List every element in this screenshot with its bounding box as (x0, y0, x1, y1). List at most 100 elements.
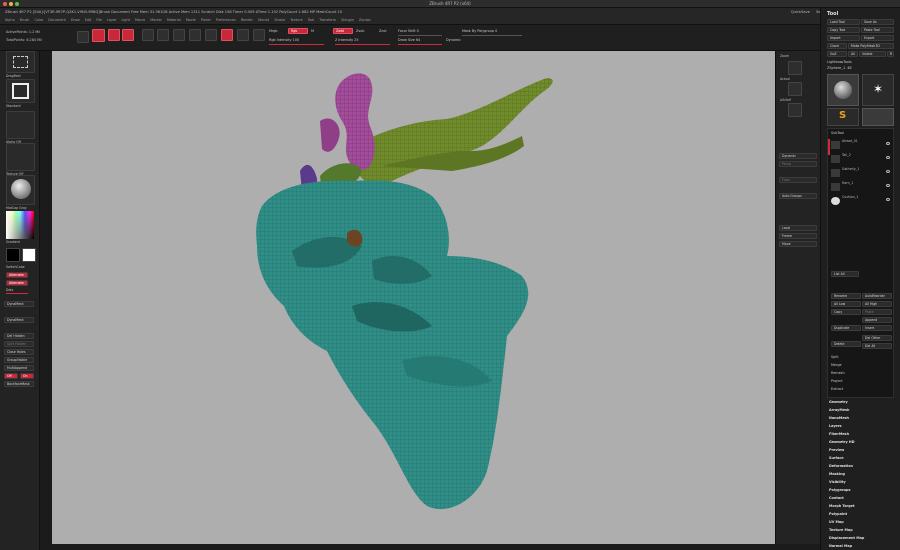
local-button[interactable]: Local (779, 225, 817, 231)
rotate-button[interactable] (157, 29, 169, 41)
off-button[interactable]: Off (4, 373, 18, 379)
simple-brush-thumb[interactable]: S (827, 108, 859, 126)
edit-mode-button[interactable] (92, 29, 105, 42)
main-color-swatch[interactable] (6, 248, 20, 262)
eye-icon[interactable] (886, 198, 890, 201)
remesh-button[interactable]: Remesh (831, 371, 845, 375)
alpha-thumb[interactable] (6, 111, 35, 139)
canvas[interactable] (52, 51, 775, 547)
material-thumb[interactable] (6, 175, 35, 205)
subpalette-geometry[interactable]: Geometry (827, 398, 894, 406)
on-button[interactable]: On (20, 373, 34, 379)
dynamesh-button[interactable]: DynaMesh (4, 301, 34, 307)
all-low-button[interactable]: All Low (831, 301, 861, 307)
lightbox-icon[interactable] (237, 29, 249, 41)
secondary-color-swatch[interactable] (22, 248, 36, 262)
menu-stencil[interactable]: Stencil (258, 18, 269, 22)
make-polymesh-button[interactable]: Make PolyMesh3D (848, 43, 894, 49)
move-button[interactable] (122, 29, 134, 41)
menu-brush[interactable]: Brush (20, 18, 30, 22)
menu-preferences[interactable]: Preferences (216, 18, 236, 22)
r-button[interactable]: R (887, 51, 894, 57)
merge-button[interactable]: Merge (831, 363, 842, 367)
subtool-row[interactable]: Horn_1 (831, 181, 892, 193)
frame-button[interactable]: Frame (779, 233, 817, 239)
menu-file[interactable]: File (96, 18, 102, 22)
menu-picker[interactable]: Picker (201, 18, 211, 22)
subpalette-displacement-map[interactable]: Displacement Map (827, 534, 894, 542)
menu-macro[interactable]: Macro (135, 18, 145, 22)
mask-polygroup-slider[interactable] (462, 35, 522, 36)
subpalette-masking[interactable]: Masking (827, 470, 894, 478)
focal-shift-slider[interactable] (398, 35, 442, 36)
lightbox-tools-label[interactable]: Lightbox▸Tools (827, 60, 852, 64)
subpalette-layers[interactable]: Layers (827, 422, 894, 430)
eye-icon[interactable] (886, 170, 890, 173)
menu-transform[interactable]: Transform (319, 18, 336, 22)
subpalette-visibility[interactable]: Visibility (827, 478, 894, 486)
z-intensity-slider[interactable] (335, 44, 390, 45)
draw-size[interactable]: Draw Size 64 (398, 38, 420, 42)
menu-movie[interactable]: Movie (186, 18, 196, 22)
rgb-intensity-slider[interactable] (269, 44, 324, 45)
subpalette-fibermesh[interactable]: FiberMesh (827, 430, 894, 438)
copy-tool-button[interactable]: Copy Tool (827, 27, 860, 33)
projection-master-icon[interactable] (77, 31, 89, 43)
subtool-row[interactable]: Cushion_1 (831, 195, 892, 207)
list-all-button[interactable]: List All (831, 271, 859, 277)
focal-shift[interactable]: Focal Shift 0 (398, 29, 419, 33)
subpalette-texture-map[interactable]: Texture Map (827, 526, 894, 534)
subpalette-normal-map[interactable]: Normal Map (827, 542, 894, 550)
color-picker[interactable] (6, 211, 34, 239)
menu-alpha[interactable]: Alpha (5, 18, 15, 22)
dynamesh2-button[interactable]: DynaMesh (4, 317, 34, 323)
auto-reorder-button[interactable]: AutoReorder (862, 293, 892, 299)
menu-light[interactable]: Light (121, 18, 129, 22)
multi-append-button[interactable]: MultiAppend (4, 365, 34, 371)
subpalette-deformation[interactable]: Deformation (827, 462, 894, 470)
save-as-button[interactable]: Save As (861, 19, 894, 25)
del-hidden-button[interactable]: Del Hidden (4, 333, 34, 339)
goz-button[interactable]: GoZ (827, 51, 847, 57)
mask-by-polygroup[interactable]: Mask By Polygroup 0 (462, 29, 497, 33)
insert-button[interactable]: Insert (862, 325, 892, 331)
all-button[interactable]: All (848, 51, 858, 57)
current-tool-name[interactable]: ZSphere_1. 48 (827, 66, 852, 70)
auto-groups-button[interactable]: Auto Groups (779, 193, 817, 199)
menu-zscript[interactable]: Zscript (359, 18, 371, 22)
all-high-button[interactable]: All High (862, 301, 892, 307)
eye-icon[interactable] (886, 156, 890, 159)
dynamic-button[interactable] (221, 29, 233, 41)
import-button[interactable]: Import (827, 35, 860, 41)
dots-slider[interactable] (6, 293, 28, 294)
subpalette-geometry-hd[interactable]: Geometry HD (827, 438, 894, 446)
brush-thumb[interactable] (6, 79, 35, 103)
switch-color-button[interactable]: SwitchColor (6, 265, 25, 269)
menu-texture[interactable]: Texture (290, 18, 302, 22)
menu-color[interactable]: Color (34, 18, 43, 22)
draw-button[interactable] (108, 29, 120, 41)
scroll-icon[interactable] (788, 61, 802, 75)
menu-render[interactable]: Render (241, 18, 253, 22)
subpalette-polygroups[interactable]: Polygroups (827, 486, 894, 494)
move-view-button[interactable]: Move (779, 241, 817, 247)
delete-button[interactable]: Delete (831, 341, 861, 347)
solo-button[interactable] (205, 29, 217, 41)
texture-thumb[interactable] (6, 143, 35, 171)
alternate2-button[interactable]: Alternate (6, 280, 28, 286)
scale-button[interactable] (142, 29, 154, 41)
rgb-intensity[interactable]: Rgb Intensity 100 (269, 38, 299, 42)
rename-button[interactable]: Rename (831, 293, 861, 299)
gizmo-button[interactable] (173, 29, 185, 41)
aahalf-icon[interactable] (788, 103, 802, 117)
del-other-button[interactable]: Del Other (862, 335, 892, 341)
paste-tool-button[interactable]: Paste Tool (861, 27, 894, 33)
subpalette-polypaint[interactable]: Polypaint (827, 510, 894, 518)
zoom-icon[interactable] (788, 82, 802, 96)
cushion-tool-thumb[interactable] (862, 108, 894, 126)
menu-layer[interactable]: Layer (107, 18, 116, 22)
subtool-row[interactable]: Ahead_01 (831, 139, 892, 151)
menu-document[interactable]: Document (48, 18, 66, 22)
dynamic-persp-button[interactable]: Dynamic (779, 153, 817, 159)
subtool-scrollbar[interactable] (828, 139, 830, 155)
